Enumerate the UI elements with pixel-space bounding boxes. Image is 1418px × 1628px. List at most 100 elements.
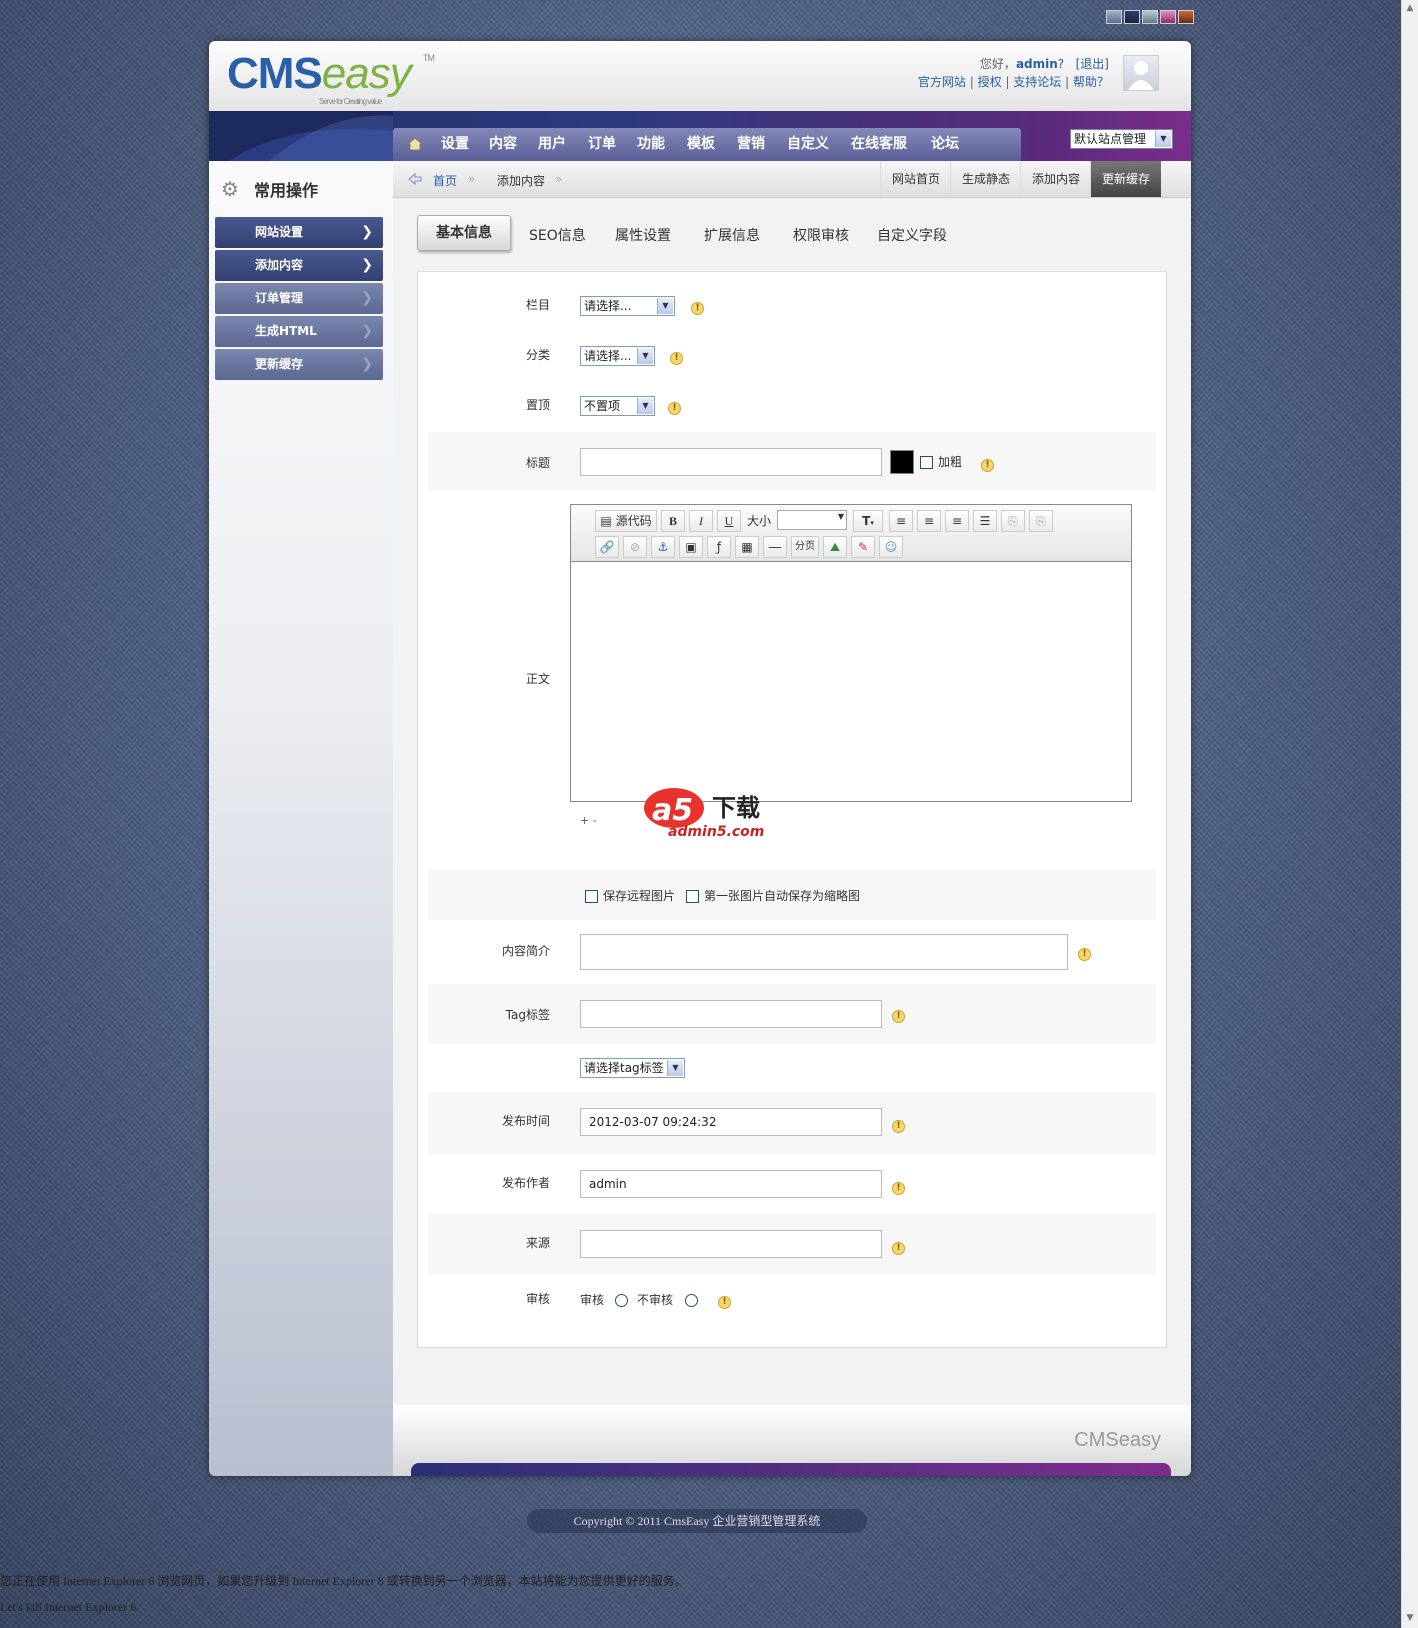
horizontal-rule-icon[interactable]: ―	[763, 536, 787, 558]
vertical-scrollbar[interactable]: ▲ ▼	[1401, 0, 1418, 1628]
editor-body[interactable]	[571, 562, 1131, 801]
tags-label: Tag标签	[505, 1008, 550, 1022]
nav-content[interactable]: 内容	[489, 128, 517, 161]
italic-button[interactable]: I	[689, 510, 713, 532]
paste-word-icon[interactable]: ⎘	[1029, 510, 1053, 532]
chevron-right-icon: ❯	[361, 257, 373, 273]
image-icon[interactable]: ▣	[679, 536, 703, 558]
form-panel: 栏目 请选择... ▼ ! 分类 请选择... ▼ ! 置顶 不置项 ▼ ! 标题	[417, 271, 1167, 1348]
nav-forum[interactable]: 论坛	[931, 128, 959, 161]
author-input[interactable]: admin	[580, 1170, 882, 1198]
nav-marketing[interactable]: 营销	[737, 128, 765, 161]
forum-support-link[interactable]: 支持论坛	[1013, 75, 1061, 89]
logout-link[interactable]: [退出]	[1076, 57, 1109, 71]
title-input[interactable]	[580, 448, 882, 476]
skin-swatch-2[interactable]	[1124, 10, 1140, 24]
info-icon: !	[1078, 948, 1091, 961]
category-select[interactable]: 请选择... ▼	[580, 296, 675, 316]
audit-no-radio[interactable]	[685, 1294, 698, 1307]
username-link[interactable]: admin	[1016, 57, 1058, 71]
home-icon[interactable]	[407, 137, 423, 151]
license-link[interactable]: 授权	[978, 75, 1002, 89]
link-icon[interactable]: 🔗	[595, 536, 619, 558]
source-input[interactable]	[580, 1230, 882, 1258]
skin-swatch-1[interactable]	[1106, 10, 1122, 24]
bold-checkbox[interactable]	[920, 456, 933, 469]
tag-select[interactable]: 请选择tag标签 ▼	[580, 1058, 685, 1078]
align-right-icon[interactable]: ≡	[945, 510, 969, 532]
back-arrow-icon[interactable]	[407, 172, 423, 186]
help-link[interactable]: 帮助？	[1073, 75, 1109, 89]
source-code-button[interactable]: ▤ 源代码	[595, 510, 657, 532]
chevron-right-icon: ❯	[361, 224, 373, 240]
special-char-icon[interactable]: ☺	[879, 536, 903, 558]
quicklink-site-home[interactable]: 网站首页	[880, 161, 951, 197]
sidebar: ⚙ 常用操作 网站设置 ❯ 添加内容 ❯ 订单管理 ❯ 生成HTML ❯ 更新缓存 ❯	[209, 161, 393, 1476]
source-icon: ▤	[600, 514, 612, 528]
type-select[interactable]: 请选择... ▼	[580, 346, 655, 366]
tab-basic-info[interactable]: 基本信息	[417, 215, 511, 251]
chevron-right-icon: ❯	[361, 290, 373, 306]
tab-attributes[interactable]: 属性设置	[615, 225, 671, 245]
nav-custom[interactable]: 自定义	[787, 128, 829, 161]
bold-button[interactable]: B	[661, 510, 685, 532]
avatar[interactable]	[1123, 55, 1159, 91]
upload-icon[interactable]: ⛰	[823, 536, 847, 558]
nav-functions[interactable]: 功能	[637, 128, 665, 161]
save-remote-images-checkbox[interactable]	[585, 890, 598, 903]
official-site-link[interactable]: 官方网站	[918, 75, 966, 89]
info-icon: !	[892, 1010, 905, 1023]
chevron-down-icon: ▼	[667, 1060, 683, 1076]
text-color-button[interactable]: T▾	[853, 510, 883, 532]
anchor-icon[interactable]: ⚓	[651, 536, 675, 558]
nav-templates[interactable]: 模板	[687, 128, 715, 161]
intro-textarea[interactable]	[580, 934, 1068, 970]
skin-swatch-4[interactable]	[1160, 10, 1176, 24]
skin-swatch-3[interactable]	[1142, 10, 1158, 24]
sidebar-item-update-cache[interactable]: 更新缓存 ❯	[215, 349, 383, 380]
paste-icon[interactable]: ⎘	[1001, 510, 1025, 532]
breadcrumb-home[interactable]: 首页	[433, 172, 457, 189]
font-size-select[interactable]: ▼	[777, 510, 847, 530]
quicklink-add-content[interactable]: 添加内容	[1020, 161, 1091, 197]
quicklink-generate-static[interactable]: 生成静态	[950, 161, 1021, 197]
first-image-thumb-checkbox[interactable]	[686, 890, 699, 903]
nav-users[interactable]: 用户	[538, 128, 566, 161]
color-picker[interactable]	[890, 450, 914, 474]
table-icon[interactable]: ▦	[735, 536, 759, 558]
flash-icon[interactable]: ƒ	[707, 536, 731, 558]
sidebar-item-orders[interactable]: 订单管理 ❯	[215, 283, 383, 314]
chevron-right-icon: ❯	[361, 356, 373, 372]
quicklink-update-cache[interactable]: 更新缓存	[1090, 161, 1161, 197]
page-break-button[interactable]: 分页	[791, 536, 819, 558]
tags-input[interactable]	[580, 1000, 882, 1028]
scroll-down-icon[interactable]: ▼	[1404, 1612, 1416, 1624]
tab-extended-info[interactable]: 扩展信息	[704, 225, 760, 245]
skin-swatch-5[interactable]	[1178, 10, 1194, 24]
nav-strip: 设置 内容 用户 订单 功能 模板 营销 自定义 在线客服 论坛	[393, 128, 1021, 161]
pin-select[interactable]: 不置项 ▼	[580, 396, 655, 416]
scroll-up-icon[interactable]: ▲	[1404, 2, 1416, 14]
align-left-icon[interactable]: ≡	[889, 510, 913, 532]
underline-button[interactable]: U	[717, 510, 741, 532]
nav-orders[interactable]: 订单	[588, 128, 616, 161]
sidebar-item-generate-html[interactable]: 生成HTML ❯	[215, 316, 383, 347]
save-remote-images-label: 保存远程图片	[603, 889, 676, 903]
sidebar-item-site-settings[interactable]: 网站设置 ❯	[215, 217, 383, 248]
align-justify-icon[interactable]: ☰	[973, 510, 997, 532]
audit-yes-radio[interactable]	[615, 1294, 628, 1307]
editor-resize[interactable]: + -	[580, 814, 597, 827]
sidebar-item-add-content[interactable]: 添加内容 ❯	[215, 250, 383, 281]
publish-time-input[interactable]: 2012-03-07 09:24:32	[580, 1108, 882, 1136]
site-select[interactable]: 默认站点管理 ▼	[1070, 129, 1173, 149]
content-area: 首页 » 添加内容 » 网站首页 生成静态 添加内容 更新缓存 基本信息 SEO…	[393, 161, 1191, 1476]
nav-online-service[interactable]: 在线客服	[851, 128, 907, 161]
unlink-icon[interactable]: ⊘	[623, 536, 647, 558]
attachment-icon[interactable]: ✎	[851, 536, 875, 558]
tab-custom-fields[interactable]: 自定义字段	[877, 225, 947, 245]
tab-permission-audit[interactable]: 权限审核	[793, 225, 849, 245]
tab-seo-info[interactable]: SEO信息	[529, 225, 586, 245]
align-center-icon[interactable]: ≡	[917, 510, 941, 532]
breadcrumb-separator: »	[468, 172, 476, 186]
nav-settings[interactable]: 设置	[441, 128, 469, 161]
